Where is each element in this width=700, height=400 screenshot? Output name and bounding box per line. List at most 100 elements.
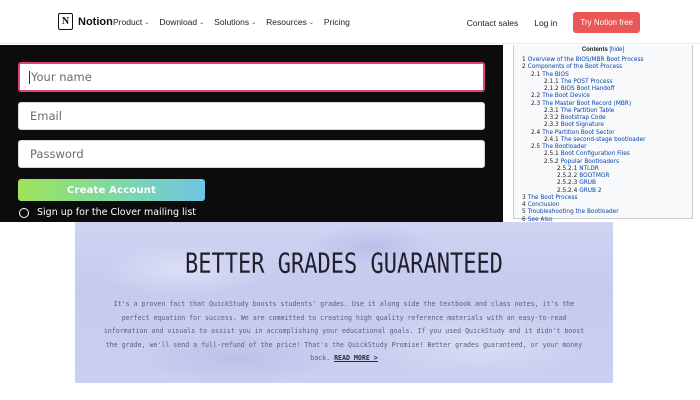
toc-item-number: 2.1 (531, 71, 541, 78)
toc-item-number: 2.5.2.3 (557, 180, 578, 187)
notion-logo[interactable]: N Notion (58, 13, 113, 30)
banner-body: It's a proven fact that QuickStudy boost… (99, 298, 589, 366)
name-input[interactable]: Your name (18, 62, 485, 92)
toc-item-label: Boot Configuration Files (560, 151, 630, 158)
toc-item[interactable]: 2.5.2 Popular Bootloaders (514, 159, 692, 166)
toc-item-label: BIOS Boot Handoff (560, 86, 615, 92)
toc-item[interactable]: 2.5.2.1 NTLDR (514, 166, 692, 173)
toc-item[interactable]: 2.3.2 Bootstrap Code (514, 115, 692, 122)
toc-item[interactable]: 2.1.2 BIOS Boot Handoff (514, 86, 692, 93)
toc-item-number: 2.3 (531, 100, 541, 107)
toc-item-label: The Bootloader (542, 144, 587, 150)
toc-item[interactable]: 2.5.2.2 BOOTMGR (514, 173, 692, 180)
toc-item-number: 2.3.1 (544, 107, 559, 114)
chevron-down-icon: ⌄ (144, 19, 150, 26)
menu-resources[interactable]: Resources ⌄ (266, 17, 314, 27)
toc-item-number: 2.5.2.4 (557, 187, 578, 194)
toc-item-label: The second-stage bootloader (560, 136, 646, 143)
toc-item[interactable]: 2.5 The Bootloader (514, 144, 692, 151)
toc-item[interactable]: 5 Troubleshooting the Bootloader (514, 209, 692, 216)
menu-pricing-label: Pricing (323, 17, 350, 27)
menu-download-label: Download (159, 17, 198, 27)
menu-resources-label: Resources (266, 17, 307, 27)
toc-title: Contents [hide] (514, 47, 692, 53)
menu-download[interactable]: Download ⌄ (159, 17, 204, 27)
toc-item-label: The Partition Table (560, 107, 615, 114)
toc-panel: Contents [hide] 1 Overview of the BIOS/MB… (503, 45, 700, 222)
toc-item[interactable]: 1 Overview of the BIOS/MBR Boot Process (514, 57, 692, 64)
toc-item-number: 5 (522, 209, 526, 216)
toc-item-label: The BIOS (542, 71, 569, 78)
read-more-link[interactable]: READ MORE > (334, 354, 378, 362)
toc-item[interactable]: 2.1.1 The POST Process (514, 79, 692, 86)
toc-item[interactable]: 2.5.2.4 GRUB 2 (514, 188, 692, 195)
try-notion-free-button[interactable]: Try Notion free (573, 12, 640, 33)
notion-main-menu: Product ⌄ Download ⌄ Solutions ⌄ Resources ⌄… (113, 17, 350, 27)
toc-item-number: 2.2 (531, 93, 541, 100)
menu-solutions-label: Solutions (214, 17, 250, 27)
toc-item-label: The Boot Process (527, 194, 578, 201)
toc-item-label: GRUB 2 (579, 187, 602, 194)
menu-solutions[interactable]: Solutions ⌄ (214, 17, 256, 27)
login-link[interactable]: Log in (534, 18, 557, 28)
toc-item-label: BOOTMGR (579, 173, 610, 179)
password-input[interactable]: Password (18, 140, 485, 168)
toc-item[interactable]: 2 Components of the Boot Process (514, 64, 692, 71)
mailing-list-label: Sign up for the Clover mailing list (37, 207, 196, 218)
toc-item-label: The Master Boot Record (MBR) (542, 100, 632, 107)
toc-item[interactable]: 2.4.1 The second-stage bootloader (514, 137, 692, 144)
toc-item-label: Troubleshooting the Bootloader (527, 209, 619, 216)
toc-item-label: Bootstrap Code (560, 115, 606, 121)
toc-item-number: 2.3.2 (544, 115, 559, 121)
toc-item[interactable]: 2.1 The BIOS (514, 72, 692, 79)
toc-item[interactable]: 3 The Boot Process (514, 195, 692, 202)
toc-item[interactable]: 4 Conclusion (514, 202, 692, 209)
toc-item-label: NTLDR (579, 165, 599, 172)
toc-item-number: 2.1.1 (544, 78, 559, 85)
chevron-down-icon: ⌄ (199, 19, 205, 26)
quickstudy-banner: BETTER GRADES GUARANTEED It's a proven f… (75, 222, 613, 383)
toc-item-number: 2.5.1 (544, 151, 559, 158)
mailing-list-radio[interactable] (19, 207, 29, 218)
banner-body-text: It's a proven fact that QuickStudy boost… (103, 300, 585, 362)
toc-item-number: 2.5.2.1 (557, 165, 578, 172)
toc-item[interactable]: 2.5.2.3 GRUB (514, 180, 692, 187)
toc-item[interactable]: 2.5.1 Boot Configuration Files (514, 151, 692, 158)
toc-item[interactable]: 2.3.1 The Partition Table (514, 108, 692, 115)
contact-sales-link[interactable]: Contact sales (467, 18, 519, 28)
chevron-down-icon: ⌄ (251, 19, 257, 26)
toc-item-label: GRUB (579, 180, 597, 187)
menu-product[interactable]: Product ⌄ (113, 17, 149, 27)
banner-title: BETTER GRADES GUARANTEED (185, 248, 503, 281)
toc-item-number: 2.4 (531, 129, 541, 136)
toc-item-label: Overview of the BIOS/MBR Boot Process (527, 57, 644, 63)
toc-item-label: Boot Signature (560, 122, 604, 129)
toc-item[interactable]: 2.3 The Master Boot Record (MBR) (514, 101, 692, 108)
toc-item-number: 2.5.2.2 (557, 173, 578, 179)
toc-item-number: 2.4.1 (544, 136, 559, 143)
table-of-contents: Contents [hide] 1 Overview of the BIOS/MB… (513, 45, 693, 222)
toc-item-label: Components of the Boot Process (527, 64, 623, 71)
chevron-down-icon: ⌄ (308, 19, 314, 26)
notion-logo-icon: N (58, 13, 73, 30)
toc-item[interactable]: 2.3.3 Boot Signature (514, 122, 692, 129)
menu-product-label: Product (113, 17, 143, 27)
toc-item-number: 2.1.2 (544, 86, 559, 92)
toc-item[interactable]: 2.2 The Boot Device (514, 93, 692, 100)
toc-hide-link[interactable]: [hide] (609, 47, 624, 53)
menu-pricing[interactable]: Pricing (324, 17, 350, 27)
notion-navbar: N Notion Product ⌄ Download ⌄ Solutions ⌄ R… (0, 0, 700, 44)
notion-logo-text: Notion (78, 15, 113, 28)
toc-item-label: The POST Process (560, 78, 613, 85)
password-placeholder: Password (30, 147, 84, 161)
email-input[interactable]: Email (18, 102, 485, 130)
create-account-button[interactable]: Create Account (18, 179, 205, 201)
toc-list: 1 Overview of the BIOS/MBR Boot Process 2 C… (514, 57, 692, 222)
toc-item-label: Conclusion (527, 202, 560, 208)
mailing-list-option[interactable]: Sign up for the Clover mailing list (19, 207, 196, 218)
toc-item-number: 4 (522, 202, 526, 208)
text-caret (29, 70, 30, 84)
toc-item-number: 1 (522, 57, 526, 63)
toc-item-number: 3 (522, 194, 526, 201)
toc-item[interactable]: 2.4 The Partition Boot Sector (514, 130, 692, 137)
